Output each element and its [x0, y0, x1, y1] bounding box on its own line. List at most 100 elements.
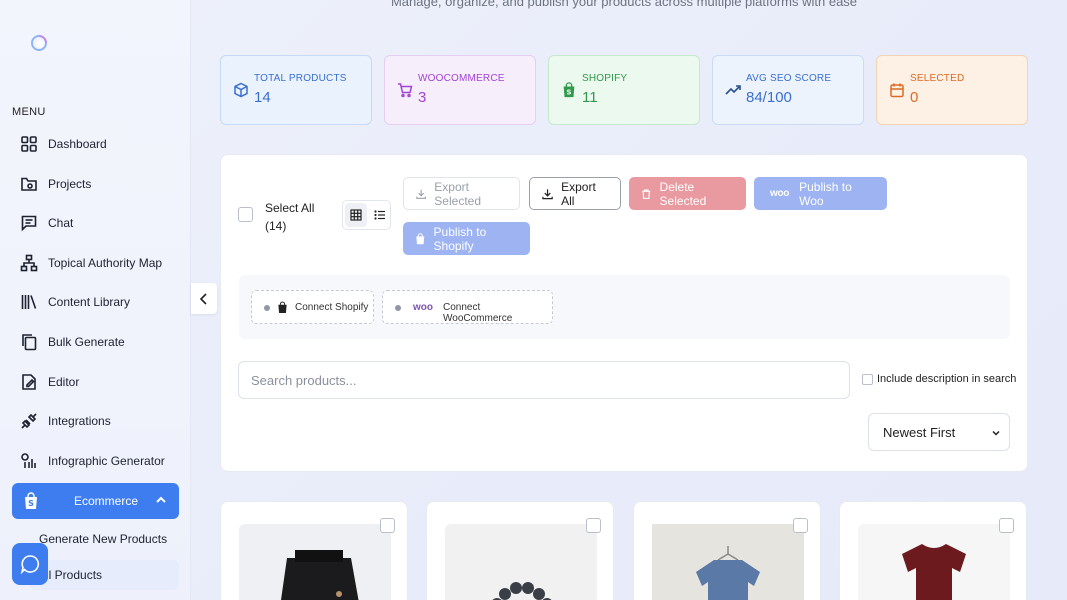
plug-icon: [21, 413, 37, 429]
shopify-icon: S: [563, 82, 575, 98]
include-description-label: Include description in search: [877, 373, 1017, 385]
sidebar-item-integrations[interactable]: Integrations: [20, 410, 111, 432]
export-selected-button[interactable]: Export Selected: [403, 177, 520, 210]
chevron-left-icon: [199, 292, 207, 305]
sidebar-item-content-library[interactable]: Content Library: [20, 291, 130, 313]
select-all-text: Select All: [265, 201, 315, 215]
product-card[interactable]: [220, 501, 408, 600]
sidebar-item-label: Bulk Generate: [48, 335, 125, 349]
select-all-count: (14): [265, 219, 287, 233]
page-subtitle: Manage, organize, and publish your produ…: [390, 0, 858, 9]
shopify-icon: [416, 232, 425, 244]
stat-selected: SELECTED 0: [876, 55, 1028, 125]
sort-select[interactable]: Newest First: [868, 413, 1010, 451]
edit-icon: [22, 374, 36, 390]
message-circle-icon: [20, 555, 40, 574]
shopify-icon: [278, 301, 287, 313]
folder-icon: [21, 177, 37, 191]
sidebar-item-bulk-generate[interactable]: Bulk Generate: [20, 331, 125, 353]
stat-title: SHOPIFY: [582, 73, 628, 84]
product-image: [445, 524, 597, 600]
list-view-button[interactable]: [369, 203, 391, 227]
sidebar-item-chat[interactable]: Chat: [20, 212, 73, 234]
sidebar-item-label: Integrations: [48, 414, 111, 428]
connect-shopify-button[interactable]: Connect Shopify: [251, 290, 374, 324]
tshirt-image-icon: [902, 544, 966, 600]
select-all-label: Select All (14): [265, 199, 314, 235]
sidebar-item-topical-authority-map[interactable]: Topical Authority Map: [20, 252, 162, 274]
cart-icon: [398, 83, 413, 98]
trending-up-icon: [725, 85, 741, 95]
product-image: [239, 524, 391, 600]
dashboard-icon: [21, 136, 37, 152]
search-placeholder: Search products...: [251, 372, 357, 388]
sidebar-item-label: Chat: [48, 216, 74, 230]
product-image: [652, 524, 804, 600]
sidebar-subitem-generate-new-products[interactable]: Generate New Products: [39, 532, 167, 546]
sidebar-item-projects[interactable]: Projects: [20, 173, 91, 195]
product-card[interactable]: [633, 501, 821, 600]
sidebar-item-label: Dashboard: [48, 137, 107, 151]
chevron-up-icon[interactable]: [155, 494, 167, 506]
connect-woocommerce-button[interactable]: woo Connect WooCommerce: [382, 290, 553, 324]
stat-title: WOOCOMMERCE: [418, 73, 505, 84]
export-all-button[interactable]: Export All: [529, 177, 621, 210]
stat-woocommerce: WOOCOMMERCE 3: [384, 55, 536, 125]
product-select-checkbox[interactable]: [586, 518, 601, 533]
include-description-checkbox[interactable]: [862, 374, 873, 385]
stat-value: 11: [582, 89, 598, 106]
sidebar-item-infographic-generator[interactable]: Infographic Generator: [20, 450, 165, 472]
chat-icon: [21, 215, 37, 232]
sidebar-item-label: Ecommerce: [74, 494, 139, 508]
button-label: Delete Selected: [659, 179, 707, 208]
app-logo-icon[interactable]: [30, 34, 48, 52]
search-input[interactable]: Search products...: [238, 361, 850, 399]
stat-title: AVG SEO SCORE: [746, 73, 832, 84]
product-image: [858, 524, 1010, 600]
sidebar-item-editor[interactable]: Editor: [20, 371, 79, 393]
download-icon: [416, 189, 426, 199]
button-label: Publish to Woo: [799, 179, 852, 208]
stat-title: TOTAL PRODUCTS: [254, 73, 347, 84]
button-label: Export All: [561, 179, 596, 208]
stat-title: SELECTED: [910, 73, 965, 84]
product-card[interactable]: [426, 501, 614, 600]
sidebar-subitem-all-products[interactable]: ll Products: [46, 568, 102, 582]
stat-total-products: TOTAL PRODUCTS 14: [220, 55, 372, 125]
select-all-checkbox[interactable]: [238, 207, 253, 222]
grid-view-button[interactable]: [345, 203, 367, 227]
list-icon: [374, 210, 385, 220]
product-select-checkbox[interactable]: [380, 518, 395, 533]
grid-icon: [350, 209, 362, 221]
bag-image-icon: [281, 550, 359, 600]
product-select-checkbox[interactable]: [793, 518, 808, 533]
product-select-checkbox[interactable]: [999, 518, 1014, 533]
svg-text:S: S: [566, 87, 571, 96]
chat-fab-button[interactable]: [12, 543, 48, 585]
view-toggle: [342, 200, 391, 230]
stat-value: 84/100: [746, 89, 792, 106]
publish-to-shopify-button[interactable]: Publish to Shopify: [403, 222, 530, 255]
delete-selected-button[interactable]: Delete Selected: [629, 177, 746, 210]
chart-icon: [21, 453, 36, 468]
sidebar: MENU Dashboard Projects Chat Topical Aut…: [0, 0, 191, 600]
library-icon: [21, 295, 37, 309]
product-card[interactable]: [839, 501, 1027, 600]
stat-value: 3: [418, 89, 427, 106]
button-label: Connect Shopify: [295, 302, 369, 313]
sidebar-item-label: Content Library: [48, 295, 131, 309]
sidebar-item-ecommerce[interactable]: S Ecommerce: [12, 483, 179, 519]
button-label: Publish to Shopify: [433, 224, 487, 253]
publish-to-woo-button[interactable]: woo Publish to Woo: [754, 177, 887, 210]
woo-logo-icon: woo: [413, 302, 433, 313]
copy-icon: [22, 334, 37, 351]
sidebar-item-label: Infographic Generator: [48, 454, 165, 468]
status-dot: [395, 305, 401, 311]
sidebar-item-dashboard[interactable]: Dashboard: [20, 133, 107, 155]
download-icon: [542, 188, 553, 199]
stat-avg-seo-score: AVG SEO SCORE 84/100: [712, 55, 864, 125]
chevron-down-icon: [992, 430, 1000, 436]
sidebar-item-label: Projects: [48, 177, 92, 191]
sidebar-collapse-button[interactable]: [191, 283, 217, 314]
stat-value: 0: [910, 89, 919, 106]
